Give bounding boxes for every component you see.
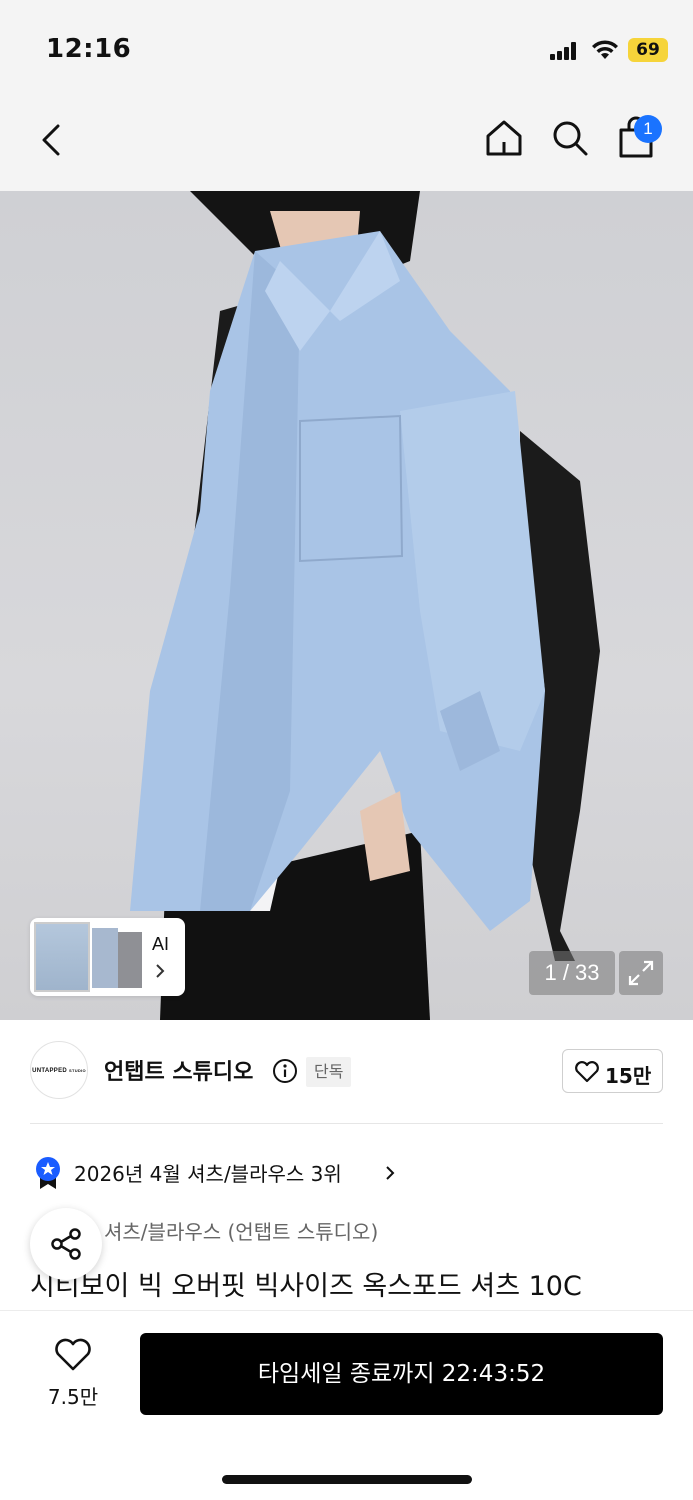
brand-like-button[interactable]: 15만 bbox=[562, 1049, 663, 1093]
brand-like-count: 15만 bbox=[605, 1064, 652, 1088]
brand-logo[interactable]: UNTAPPED STUDIO bbox=[30, 1041, 88, 1099]
status-bar: 12:16 69 bbox=[0, 0, 693, 94]
heart-icon[interactable] bbox=[54, 1338, 92, 1372]
signal-icon bbox=[550, 42, 580, 60]
exclusive-badge: 단독 bbox=[306, 1057, 352, 1087]
back-arrow-icon[interactable] bbox=[36, 120, 66, 160]
home-icon[interactable] bbox=[484, 118, 524, 158]
share-button[interactable] bbox=[30, 1208, 102, 1280]
ai-thumbnail bbox=[118, 932, 142, 988]
wishlist-count: 7.5만 bbox=[47, 1385, 99, 1409]
battery-indicator: 69 bbox=[628, 38, 668, 62]
ranking-link[interactable]: 2026년 4월 셔츠/블라우스 3위 bbox=[74, 1158, 342, 1187]
image-page-counter: 1 / 33 bbox=[529, 951, 615, 995]
ai-thumbnail bbox=[92, 928, 118, 988]
home-indicator bbox=[222, 1475, 472, 1484]
wifi-icon bbox=[592, 40, 618, 59]
heart-icon bbox=[575, 1061, 599, 1083]
ranking-badge-icon bbox=[36, 1157, 60, 1189]
info-icon[interactable] bbox=[272, 1058, 298, 1084]
product-title: 시티보이 빅 오버핏 빅사이즈 옥스포드 셔츠 10C bbox=[30, 1271, 582, 1302]
purchase-button[interactable]: 타임세일 종료까지 22:43:52 bbox=[140, 1333, 663, 1415]
expand-icon bbox=[628, 960, 654, 986]
expand-image-button[interactable] bbox=[619, 951, 663, 995]
chevron-right-icon bbox=[386, 1166, 395, 1180]
product-category[interactable]: 셔츠/블라우스 (언탭트 스튜디오) bbox=[104, 1216, 378, 1245]
nav-bar bbox=[0, 94, 693, 191]
chevron-right-icon bbox=[156, 964, 165, 978]
brand-logo-text: UNTAPPED STUDIO bbox=[32, 1068, 86, 1074]
brand-name[interactable]: 언탭트 스튜디오 bbox=[104, 1054, 253, 1086]
product-image[interactable] bbox=[0, 191, 693, 1020]
share-icon bbox=[51, 1228, 81, 1260]
ai-label: AI bbox=[152, 934, 170, 954]
search-icon[interactable] bbox=[550, 118, 590, 158]
cart-badge: 1 bbox=[634, 115, 662, 143]
product-photo-illustration bbox=[130, 191, 600, 1020]
ai-thumbnail bbox=[34, 922, 90, 992]
status-time: 12:16 bbox=[46, 34, 132, 64]
ai-similar-card[interactable]: AI bbox=[30, 918, 185, 996]
divider bbox=[30, 1123, 663, 1124]
